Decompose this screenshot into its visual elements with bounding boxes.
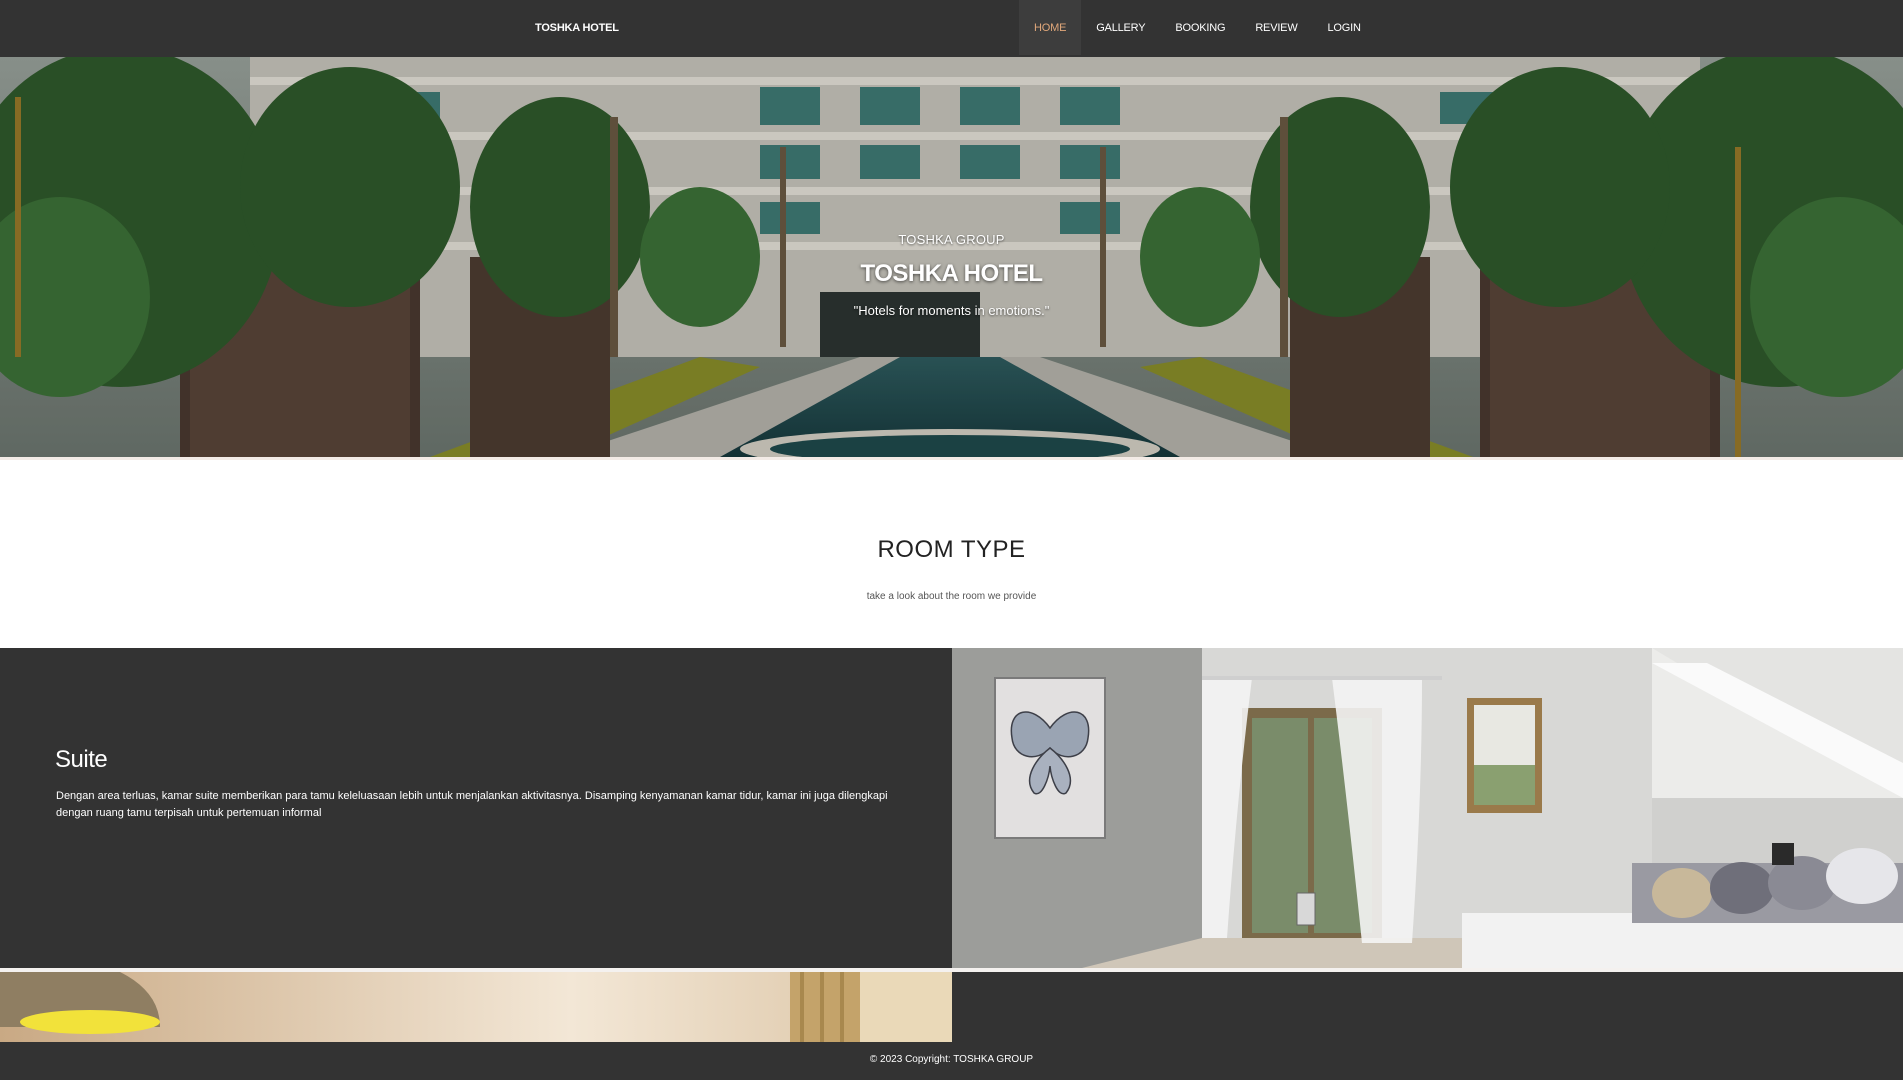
nav-login[interactable]: LOGIN xyxy=(1313,0,1376,55)
hero-subtitle: TOSHKA GROUP xyxy=(898,232,1005,247)
brand-logo[interactable]: TOSHKA HOTEL xyxy=(535,22,619,34)
hero-divider xyxy=(0,457,1903,460)
hero-banner: TOSHKA GROUP TOSHKA HOTEL "Hotels for mo… xyxy=(0,57,1903,457)
footer: © 2023 Copyright: TOSHKA GROUP xyxy=(0,1042,1903,1080)
room-description: Dengan area terluas, kamar suite memberi… xyxy=(56,790,888,819)
nav-gallery[interactable]: GALLERY xyxy=(1081,0,1160,55)
room-image-next xyxy=(0,972,952,1042)
navbar: TOSHKA HOTEL HOME GALLERY BOOKING REVIEW… xyxy=(0,0,1903,57)
room-type-title: ROOM TYPE xyxy=(877,536,1026,563)
room-card-suite: Suite Dengan area terluas, kamar suite m… xyxy=(0,648,1903,968)
suite-photo xyxy=(952,648,1903,968)
room-card-next xyxy=(0,972,1903,1042)
room-image xyxy=(952,648,1903,968)
nav-menu: HOME GALLERY BOOKING REVIEW LOGIN xyxy=(1019,0,1376,55)
nav-home[interactable]: HOME xyxy=(1019,0,1082,55)
footer-copyright: © 2023 Copyright: TOSHKA GROUP xyxy=(869,1054,1034,1065)
room-type-subtitle: take a look about the room we provide xyxy=(866,591,1037,602)
nav-review[interactable]: REVIEW xyxy=(1240,0,1312,55)
hero-title: TOSHKA HOTEL xyxy=(860,260,1043,287)
next-room-photo xyxy=(0,972,952,1042)
hero-tagline: "Hotels for moments in emotions." xyxy=(853,303,1050,318)
nav-booking[interactable]: BOOKING xyxy=(1160,0,1240,55)
room-info: Suite Dengan area terluas, kamar suite m… xyxy=(0,648,952,968)
hero-overlay xyxy=(0,57,1903,457)
room-name: Suite xyxy=(55,746,108,773)
